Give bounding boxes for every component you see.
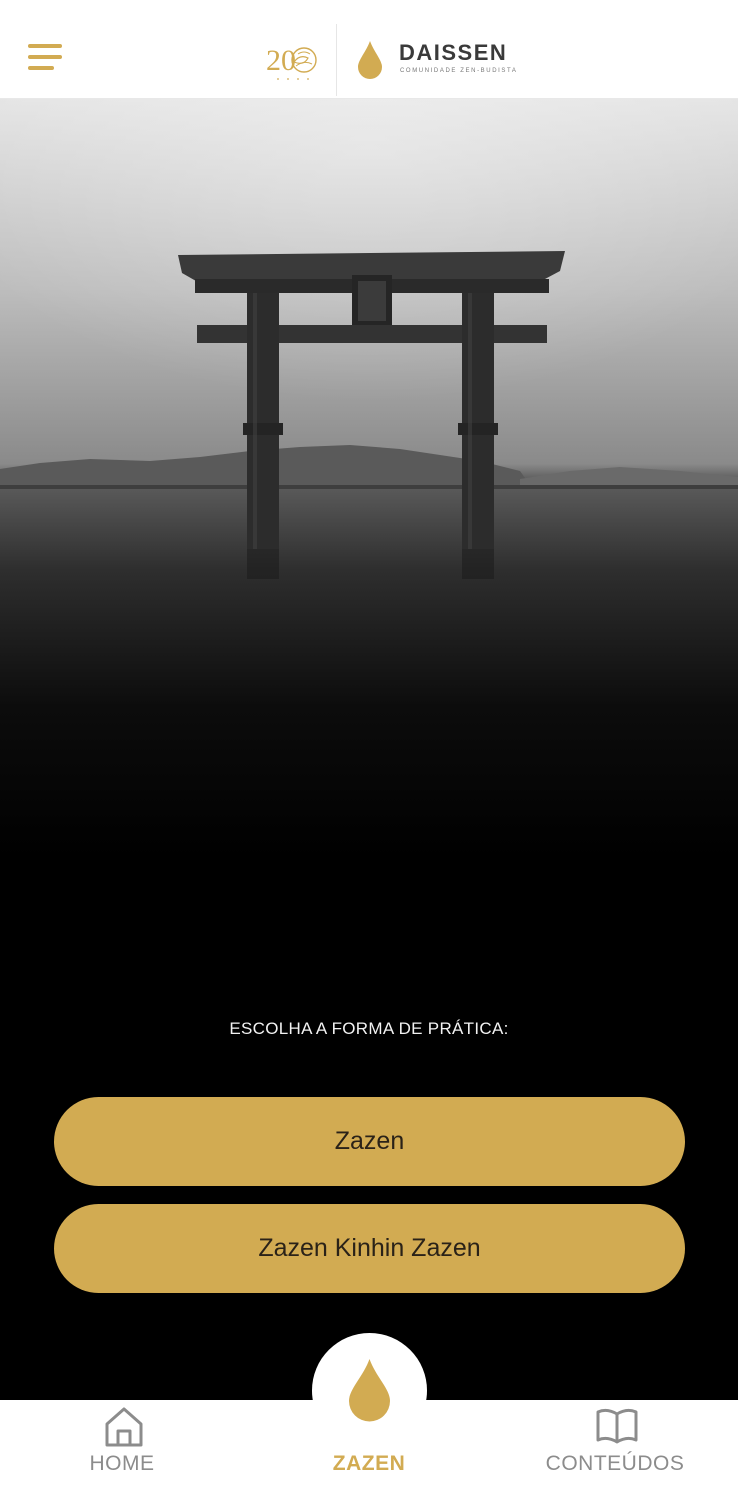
- brand-name: DAISSEN: [399, 40, 508, 65]
- daissen-drop-logo-icon: [356, 40, 384, 80]
- top-header: 20 DAISSEN COMUNIDADE ZEN-BUDISTA: [0, 0, 738, 99]
- app-screen: 20 DAISSEN COMUNIDADE ZEN-BUDISTA ESCOLH…: [0, 0, 738, 1505]
- home-icon: [105, 1407, 143, 1447]
- drop-icon: [349, 1359, 390, 1422]
- logo-divider: [336, 24, 337, 96]
- nav-label-conteudos: CONTEÚDOS: [545, 1452, 685, 1475]
- nav-label-home: HOME: [89, 1452, 155, 1475]
- nav-label-zazen[interactable]: ZAZEN: [269, 1452, 469, 1476]
- brand-tagline: COMUNIDADE ZEN-BUDISTA: [400, 68, 518, 74]
- hero-torii-image: [0, 99, 738, 859]
- practice-prompt: ESCOLHA A FORMA DE PRÁTICA:: [229, 1019, 509, 1038]
- anniversary-logo: 20: [266, 38, 322, 82]
- hamburger-menu-icon[interactable]: [28, 44, 64, 72]
- book-icon: [596, 1408, 638, 1444]
- zazen-button[interactable]: Zazen: [54, 1097, 685, 1186]
- zazen-kinhin-zazen-button[interactable]: Zazen Kinhin Zazen: [54, 1204, 685, 1293]
- zazen-center-button[interactable]: [312, 1333, 427, 1448]
